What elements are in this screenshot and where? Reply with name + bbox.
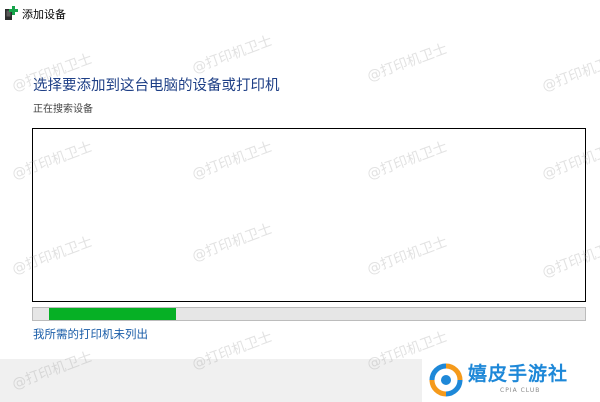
search-progress-bar: [32, 307, 586, 321]
window-title: 添加设备: [22, 8, 66, 21]
search-status: 正在搜索设备: [33, 104, 93, 115]
brand-mark-icon: [428, 362, 464, 398]
add-device-icon: [4, 6, 18, 22]
watermark-text: @打印机卫士: [190, 33, 275, 77]
search-progress-fill: [49, 308, 176, 320]
brand-name: 嬉皮手游社: [468, 363, 569, 385]
watermark-text: @打印机卫士: [365, 41, 450, 85]
device-list[interactable]: [32, 128, 586, 302]
brand-subtitle: CPIA CLUB: [500, 387, 541, 394]
watermark-text: @打印机卫士: [540, 51, 600, 95]
title-bar: 添加设备: [0, 0, 600, 30]
brand-logo: 嬉皮手游社 CPIA CLUB: [422, 359, 600, 402]
page-heading: 选择要添加到这台电脑的设备或打印机: [33, 78, 280, 94]
printer-not-listed-link[interactable]: 我所需的打印机未列出: [33, 326, 148, 342]
